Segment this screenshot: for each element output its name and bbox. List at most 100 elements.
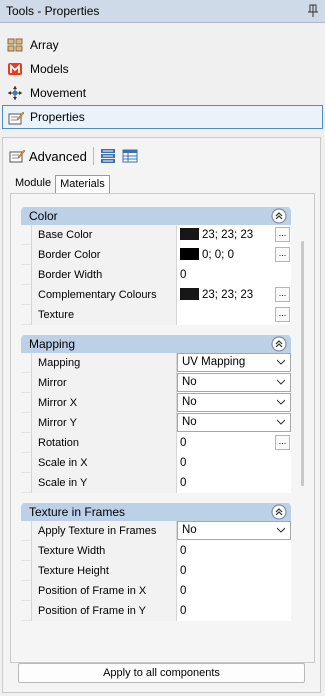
advanced-label[interactable]: Advanced (29, 149, 87, 164)
property-row: Mirror No (21, 373, 291, 393)
property-row: Position of Frame in Y 0 (21, 601, 291, 621)
apply-to-all-button[interactable]: Apply to all components (18, 663, 305, 683)
ellipsis-button[interactable]: ... (275, 227, 290, 242)
property-label: Texture Width (31, 541, 177, 561)
frame-y-value[interactable]: 0 (177, 601, 291, 621)
mapping-select[interactable]: UV Mapping (177, 353, 291, 372)
scale-y-value[interactable]: 0 (177, 473, 291, 493)
properties-icon (8, 111, 24, 125)
nav-item-label: Array (30, 38, 59, 52)
nav-item-movement[interactable]: Movement (0, 81, 325, 105)
table-view-icon[interactable] (122, 148, 138, 164)
property-label: Border Width (31, 265, 177, 285)
section-title: Mapping (29, 337, 76, 351)
tab-materials[interactable]: Materials (55, 175, 110, 193)
nav-item-properties[interactable]: Properties (2, 105, 323, 129)
property-row: Texture ... (21, 305, 291, 325)
mirror-x-select[interactable]: No (177, 393, 291, 412)
property-label: Mapping (31, 353, 177, 373)
categorized-view-icon[interactable] (100, 148, 116, 164)
property-label: Mirror X (31, 393, 177, 413)
frame-x-value[interactable]: 0 (177, 581, 291, 601)
chevron-down-icon (277, 527, 285, 533)
ellipsis-button[interactable]: ... (275, 435, 290, 450)
movement-icon (8, 86, 22, 100)
property-row: Complementary Colours 23; 23; 23... (21, 285, 291, 305)
property-row: Border Color 0; 0; 0... (21, 245, 291, 265)
base-color-text: 23; 23; 23 (202, 229, 254, 241)
mirror-value: No (177, 373, 291, 393)
ellipsis-button[interactable]: ... (275, 247, 290, 262)
property-label: Texture Height (31, 561, 177, 581)
section-header[interactable]: Texture in Frames (21, 503, 291, 521)
property-row: Texture Height 0 (21, 561, 291, 581)
texture-width-value[interactable]: 0 (177, 541, 291, 561)
section-header[interactable]: Mapping (21, 335, 291, 353)
tab-module[interactable]: Module (11, 175, 55, 193)
array-icon (7, 38, 23, 52)
window-titlebar: Tools - Properties (0, 0, 325, 23)
ellipsis-button[interactable]: ... (275, 287, 290, 302)
panel-toolbar: Advanced (9, 146, 138, 166)
property-label: Base Color (31, 225, 177, 245)
rotation-value[interactable]: 0... (177, 433, 291, 453)
property-label: Apply Texture in Frames (31, 521, 177, 541)
property-row: Rotation 0... (21, 433, 291, 453)
section-texture-in-frames: Texture in Frames Apply Texture in Frame… (21, 503, 291, 621)
property-label: Scale in Y (31, 473, 177, 493)
nav-item-array[interactable]: Array (0, 33, 325, 57)
color-swatch (180, 227, 199, 240)
property-row: Mirror X No (21, 393, 291, 413)
mirror-x-value: No (177, 393, 291, 413)
border-color-text: 0; 0; 0 (202, 249, 234, 261)
property-label: Position of Frame in Y (31, 601, 177, 621)
apply-texture-select[interactable]: No (177, 521, 291, 540)
complementary-colours-value[interactable]: 23; 23; 23... (177, 285, 291, 305)
materials-tab-pane: Color Base Color 23; 23; 23... Border Co… (10, 193, 315, 663)
section-title: Color (29, 209, 58, 223)
apply-texture-value: No (177, 521, 291, 541)
base-color-value[interactable]: 23; 23; 23... (177, 225, 291, 245)
collapse-icon[interactable] (271, 336, 287, 352)
scale-x-value[interactable]: 0 (177, 453, 291, 473)
collapse-icon[interactable] (271, 208, 287, 224)
property-label: Border Color (31, 245, 177, 265)
advanced-properties-icon[interactable] (9, 148, 25, 164)
pin-icon[interactable] (306, 4, 320, 18)
section-title: Texture in Frames (29, 505, 126, 519)
property-label: Rotation (31, 433, 177, 453)
property-row: Texture Width 0 (21, 541, 291, 561)
property-label: Mirror Y (31, 413, 177, 433)
properties-panel: Advanced Module Materials Color Base Col… (2, 137, 321, 693)
nav-item-models[interactable]: Models (0, 57, 325, 81)
mirror-select[interactable]: No (177, 373, 291, 392)
texture-value[interactable]: ... (177, 305, 291, 325)
property-label: Position of Frame in X (31, 581, 177, 601)
property-label: Scale in X (31, 453, 177, 473)
border-width-value[interactable]: 0 (177, 265, 291, 285)
texture-height-value[interactable]: 0 (177, 561, 291, 581)
color-swatch (180, 247, 199, 260)
property-label: Texture (31, 305, 177, 325)
collapse-icon[interactable] (271, 504, 287, 520)
section-color: Color Base Color 23; 23; 23... Border Co… (21, 207, 291, 325)
models-icon (8, 63, 22, 75)
nav-item-label: Models (30, 62, 69, 76)
window-title: Tools - Properties (6, 4, 100, 18)
property-row: Base Color 23; 23; 23... (21, 225, 291, 245)
select-value: No (182, 376, 197, 388)
chevron-down-icon (277, 359, 285, 365)
vertical-scrollbar[interactable] (301, 241, 304, 486)
property-row: Border Width 0 (21, 265, 291, 285)
ellipsis-button[interactable]: ... (275, 307, 290, 322)
property-row: Scale in X 0 (21, 453, 291, 473)
select-value: No (182, 524, 197, 536)
section-header[interactable]: Color (21, 207, 291, 225)
tool-navigation: Array Models Movement Properties (0, 33, 325, 129)
panel-tabs: Module Materials (11, 175, 110, 193)
property-label: Complementary Colours (31, 285, 177, 305)
border-color-value[interactable]: 0; 0; 0... (177, 245, 291, 265)
toolbar-separator (92, 147, 94, 165)
mirror-y-select[interactable]: No (177, 413, 291, 432)
property-row: Position of Frame in X 0 (21, 581, 291, 601)
